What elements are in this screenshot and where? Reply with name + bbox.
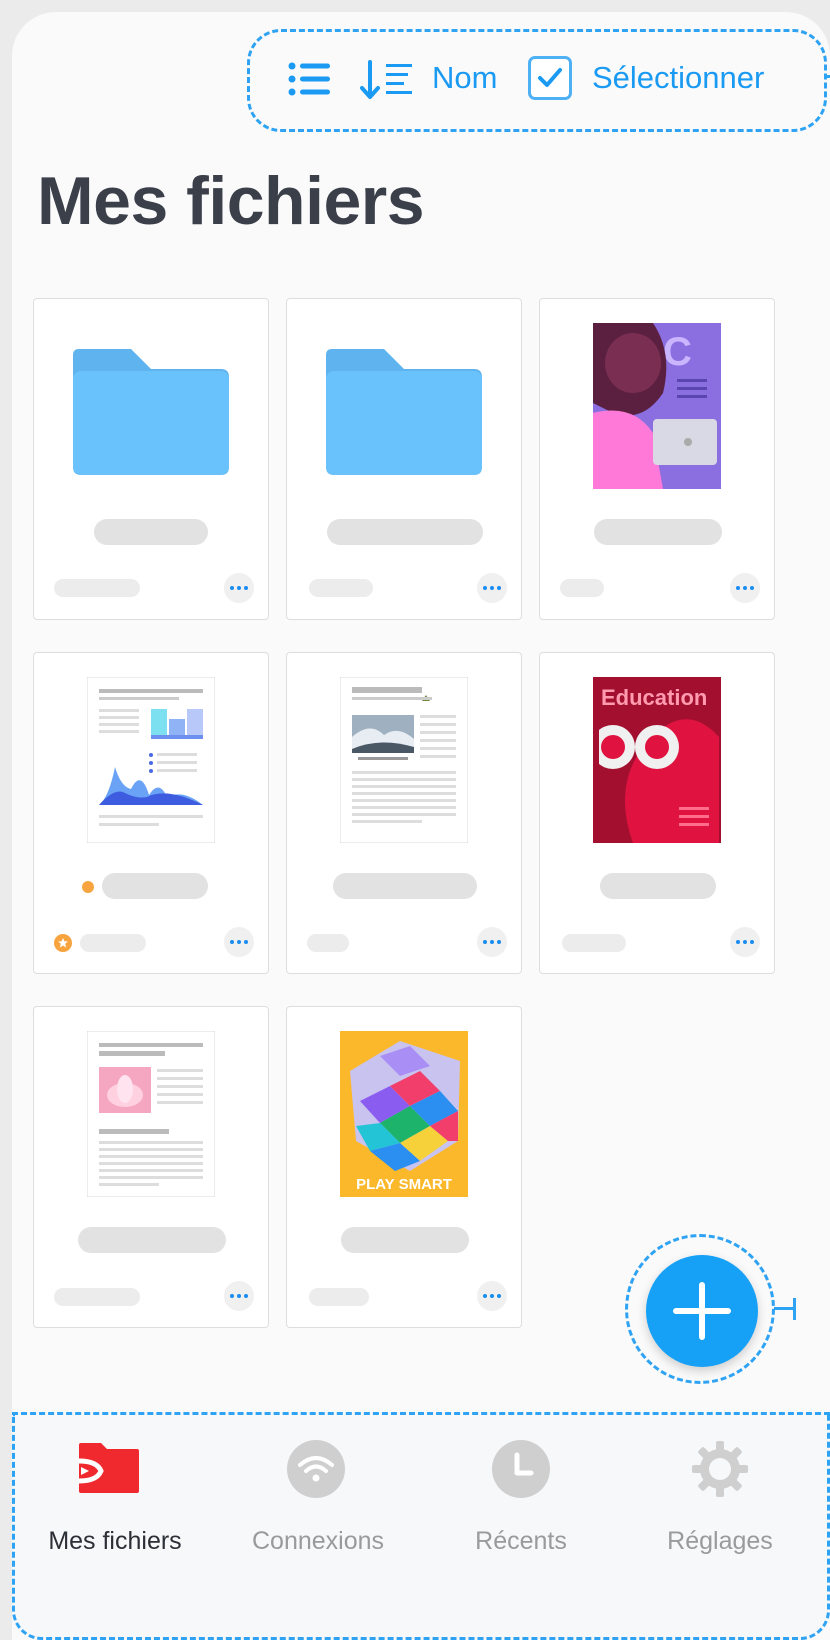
cover-title-text: PLAY SMART [356, 1176, 452, 1193]
sort-icon[interactable] [360, 60, 416, 105]
page-title: Mes fichiers [37, 163, 425, 239]
file-card[interactable]: PLAY SMART [286, 1006, 522, 1328]
file-name-placeholder [327, 519, 483, 545]
tab-mes-fichiers[interactable]: Mes fichiers [15, 1415, 215, 1585]
file-card[interactable]: C [539, 298, 775, 620]
sort-button[interactable]: Nom [432, 60, 497, 96]
lotus-page-thumbnail [86, 1030, 216, 1202]
file-meta-placeholder [560, 579, 604, 597]
more-options-icon[interactable] [730, 927, 760, 957]
tab-label: Connexions [251, 1527, 385, 1555]
status-dot [82, 881, 94, 893]
folder-icon [73, 349, 229, 480]
file-name-placeholder [600, 873, 716, 899]
file-name-placeholder [594, 519, 722, 545]
file-name-placeholder [333, 873, 477, 899]
wifi-icon [286, 1439, 346, 1504]
cover-illustration-thumbnail: C [593, 323, 721, 494]
list-view-icon[interactable] [288, 62, 332, 101]
more-options-icon[interactable] [224, 927, 254, 957]
file-name-placeholder [94, 519, 208, 545]
file-meta-placeholder [54, 579, 140, 597]
cover-title-text: Education [601, 685, 707, 710]
add-button[interactable] [646, 1255, 758, 1367]
file-card[interactable]: Education [539, 652, 775, 974]
app-screen: Nom Sélectionner Mes fichiers C Educatio… [12, 12, 830, 1640]
clock-icon [491, 1439, 551, 1504]
top-toolbar: Nom Sélectionner [247, 29, 830, 132]
tab-label: Récents [475, 1527, 567, 1555]
tab-label: Réglages [667, 1527, 773, 1555]
more-options-icon[interactable] [224, 1281, 254, 1311]
file-meta-placeholder [307, 934, 349, 952]
file-name-placeholder [341, 1227, 469, 1253]
more-options-icon[interactable] [224, 573, 254, 603]
file-meta-placeholder [54, 1288, 140, 1306]
file-name-placeholder [78, 1227, 226, 1253]
more-options-icon[interactable] [730, 573, 760, 603]
favorite-star-icon [54, 934, 72, 952]
tab-recents[interactable]: Récents [421, 1415, 621, 1585]
more-options-icon[interactable] [477, 1281, 507, 1311]
file-meta-placeholder [80, 934, 146, 952]
more-options-icon[interactable] [477, 927, 507, 957]
plus-icon [673, 1282, 731, 1340]
education-cover-thumbnail: Education [591, 677, 721, 848]
article-page-thumbnail [339, 676, 469, 848]
tab-reglages[interactable]: Réglages [620, 1415, 820, 1585]
gear-icon [690, 1439, 750, 1504]
file-name-placeholder [102, 873, 208, 899]
add-button-highlight [625, 1234, 775, 1384]
annotation-tick [826, 75, 830, 78]
file-meta-placeholder [309, 579, 373, 597]
report-chart-thumbnail [86, 676, 216, 848]
select-button[interactable]: Sélectionner [592, 60, 764, 96]
tab-connexions[interactable]: Connexions [218, 1415, 418, 1585]
more-options-icon[interactable] [477, 573, 507, 603]
file-card[interactable] [286, 652, 522, 974]
file-card[interactable] [33, 652, 269, 974]
tab-label: Mes fichiers [48, 1527, 182, 1555]
cube-cover-thumbnail: PLAY SMART [340, 1031, 468, 1202]
file-meta-placeholder [562, 934, 626, 952]
folder-play-icon [77, 1439, 141, 1500]
bottom-tab-bar: Mes fichiers Connexions Récents Réglages [12, 1412, 830, 1640]
file-card[interactable] [286, 298, 522, 620]
folder-icon [326, 349, 482, 480]
file-meta-placeholder [309, 1288, 369, 1306]
file-card[interactable] [33, 1006, 269, 1328]
select-checkbox-icon[interactable] [528, 56, 572, 100]
svg-text:C: C [663, 330, 692, 374]
annotation-tick [793, 1298, 796, 1320]
file-card[interactable] [33, 298, 269, 620]
